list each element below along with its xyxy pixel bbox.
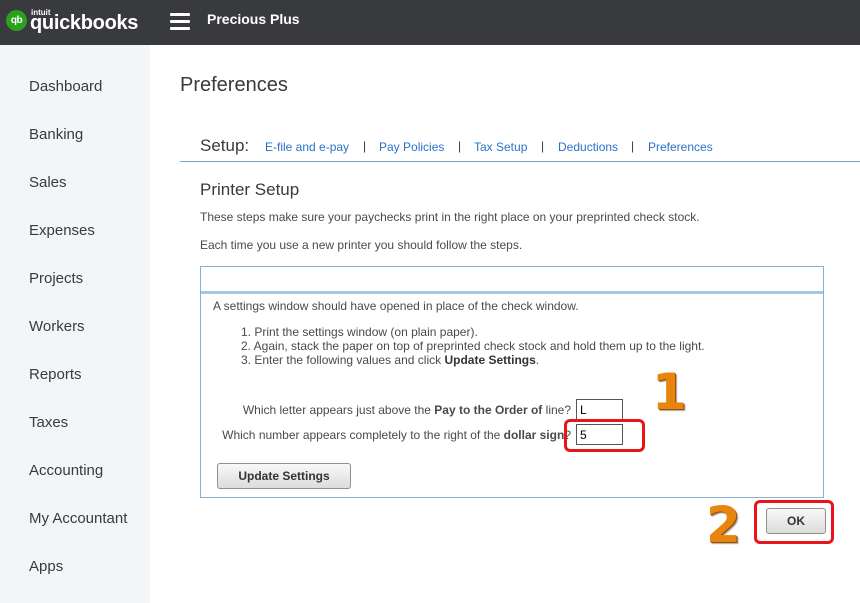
top-bar: qb intuit quickbooks Precious Plus	[0, 0, 860, 45]
highlight-ok-button	[754, 500, 834, 544]
sidebar: Dashboard Banking Sales Expenses Project…	[0, 45, 150, 603]
step-number-2: 2	[706, 496, 741, 554]
step-2-text: 2. Again, stack the paper on top of prep…	[241, 339, 705, 353]
update-settings-button[interactable]: Update Settings	[217, 463, 351, 489]
setup-separator: |	[363, 139, 367, 153]
hamburger-menu-icon[interactable]	[170, 13, 190, 30]
step-3-text: 3. Enter the following values and click …	[241, 353, 540, 367]
panel-lead-text: A settings window should have opened in …	[213, 299, 579, 313]
setup-link-deductions[interactable]: Deductions	[558, 140, 618, 154]
quickbooks-logo-text[interactable]: quickbooks	[30, 12, 138, 34]
setup-separator: |	[458, 139, 462, 153]
sidebar-item-expenses[interactable]: Expenses	[29, 222, 95, 240]
panel-header-strip	[201, 267, 823, 294]
setup-link-efile[interactable]: E-file and e-pay	[265, 140, 349, 154]
printer-setup-instruction: Each time you use a new printer you shou…	[200, 238, 523, 252]
setup-separator: |	[541, 139, 545, 153]
sidebar-item-accounting[interactable]: Accounting	[29, 462, 103, 480]
sidebar-item-dashboard[interactable]: Dashboard	[29, 78, 102, 96]
sidebar-item-workers[interactable]: Workers	[29, 318, 85, 336]
quickbooks-logo-icon[interactable]: qb	[6, 10, 27, 31]
printer-setup-intro: These steps make sure your paychecks pri…	[200, 210, 700, 224]
printer-settings-panel: A settings window should have opened in …	[200, 266, 824, 498]
company-name: Precious Plus	[207, 11, 300, 27]
highlight-number-field	[564, 419, 645, 452]
setup-link-tax-setup[interactable]: Tax Setup	[474, 140, 527, 154]
page-title: Preferences	[180, 74, 288, 96]
step-1-text: 1. Print the settings window (on plain p…	[241, 325, 478, 339]
printer-setup-title: Printer Setup	[200, 180, 300, 199]
sidebar-item-taxes[interactable]: Taxes	[29, 414, 68, 432]
sidebar-item-sales[interactable]: Sales	[29, 174, 67, 192]
setup-label: Setup:	[200, 136, 250, 155]
setup-nav: Setup: E-file and e-pay | Pay Policies |…	[180, 128, 860, 162]
sidebar-item-banking[interactable]: Banking	[29, 126, 83, 144]
number-question-label: Which number appears completely to the r…	[222, 428, 571, 442]
setup-link-pay-policies[interactable]: Pay Policies	[379, 140, 444, 154]
setup-link-preferences[interactable]: Preferences	[648, 140, 713, 154]
letter-question-label: Which letter appears just above the Pay …	[242, 403, 571, 417]
letter-input[interactable]	[576, 399, 623, 420]
sidebar-item-reports[interactable]: Reports	[29, 366, 82, 384]
step-number-1: 1	[652, 363, 687, 421]
sidebar-item-apps[interactable]: Apps	[29, 558, 63, 576]
sidebar-item-projects[interactable]: Projects	[29, 270, 83, 288]
setup-separator: |	[631, 139, 635, 153]
sidebar-item-my-accountant[interactable]: My Accountant	[29, 510, 127, 528]
